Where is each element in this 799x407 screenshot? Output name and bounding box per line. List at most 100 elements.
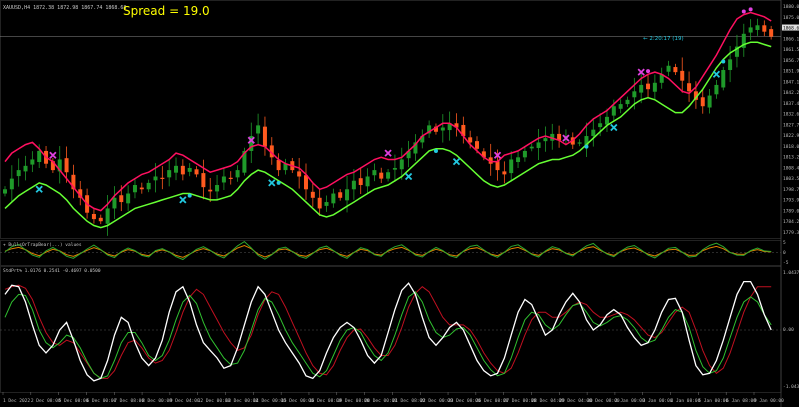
y-tick-label: 1818.05 <box>783 144 799 150</box>
candle-body <box>522 150 527 158</box>
candle-body <box>30 159 35 165</box>
x-tick-label: 5 Dec 08:00 <box>59 398 89 404</box>
y-tick-label: 1866.15 <box>783 36 799 42</box>
x-tick-label: 9 Dec 04:00 <box>170 398 200 404</box>
y-tick-label: 1847.10 <box>783 79 799 85</box>
candle-body <box>762 25 767 32</box>
candle-body <box>591 129 596 137</box>
candle-body <box>98 217 103 222</box>
candle-body <box>262 126 267 147</box>
y-tick-label: 1861.50 <box>783 47 799 53</box>
y-tick-label: 1868.68 <box>783 26 799 32</box>
symbol-info: XAUUSD,H4 1872.38 1872.98 1867.74 1868.6… <box>3 5 126 11</box>
candle-body <box>604 116 609 125</box>
candle-body <box>153 176 158 181</box>
candle-body <box>276 159 281 171</box>
osc-y-tick-label: 5 <box>783 240 786 246</box>
y-tick-label: 1784.20 <box>783 219 799 225</box>
chart-canvas: 1 Dec 2022 2 Dec 08:005 Dec 08:006 Dec 00… <box>0 0 799 407</box>
candle-body <box>119 195 124 203</box>
signal-dot-icon <box>276 180 281 185</box>
candle-body <box>235 170 240 178</box>
candle-body <box>160 177 165 179</box>
candle-body <box>509 159 514 174</box>
candle-body <box>680 70 685 81</box>
candle-body <box>194 169 199 175</box>
candle-body <box>105 208 110 224</box>
spread-label: Spread = 19.0 <box>123 4 210 18</box>
candle-body <box>9 178 14 190</box>
candle-body <box>372 170 377 176</box>
candle-body <box>392 167 397 170</box>
candle-body <box>598 123 603 128</box>
candle-body <box>399 159 404 170</box>
candle-body <box>625 99 630 105</box>
candle-body <box>3 189 7 194</box>
candle-body <box>187 167 192 172</box>
candle-body <box>310 191 315 198</box>
timer-label: ← 2:20:17 (19) <box>643 36 684 42</box>
candle-body <box>317 197 322 209</box>
x-tick-label: 6 Dec 00:00 <box>86 398 116 404</box>
candle-body <box>475 141 480 149</box>
y-tick-label: 1851.90 <box>783 69 799 75</box>
stoch-y-tick-label: -1.04372 <box>783 384 799 390</box>
oscillator-title: + BullsOrTrapBear(...) values <box>3 242 82 248</box>
y-tick-label: 1880.00 <box>783 4 799 10</box>
candle-body <box>139 187 144 190</box>
y-tick-label: 1832.60 <box>783 112 799 118</box>
candle-body <box>180 165 185 175</box>
candle-body <box>324 202 329 206</box>
candle-body <box>215 185 220 192</box>
candle-body <box>652 82 657 92</box>
y-tick-label: 1779.35 <box>783 230 799 236</box>
candle-body <box>502 171 507 175</box>
candle-body <box>687 83 692 92</box>
candle-body <box>611 106 616 116</box>
x-tick-label: 2 Jan 00:00 <box>615 398 645 404</box>
x-tick-label: 7 Dec 08:00 <box>114 398 144 404</box>
signal-dot-icon <box>187 193 192 198</box>
y-tick-label: 1842.25 <box>783 90 799 96</box>
signal-dot-icon <box>748 7 753 12</box>
signal-dot-icon <box>584 144 589 149</box>
x-tick-label: 3 Jan 00:00 <box>643 398 673 404</box>
candle-body <box>379 172 384 179</box>
y-tick-label: 1837.40 <box>783 101 799 107</box>
candle-body <box>345 189 350 201</box>
candle-body <box>132 185 137 193</box>
candle-body <box>208 189 213 192</box>
candle-body <box>386 172 391 179</box>
x-tick-label: 2 Dec 08:00 <box>31 398 61 404</box>
candle-body <box>167 170 172 178</box>
candle-body <box>721 70 726 88</box>
stoch-y-tick-label: 1.04372 <box>783 270 799 276</box>
candle-body <box>331 193 336 204</box>
candle-body <box>91 213 96 220</box>
candle-body <box>577 142 582 144</box>
candle-body <box>126 193 131 204</box>
candle-body <box>365 176 370 187</box>
candle-body <box>769 29 774 37</box>
candle-body <box>297 171 302 177</box>
candle-body <box>64 158 69 173</box>
candle-body <box>748 27 753 33</box>
candle-body <box>516 157 521 163</box>
candle-body <box>23 165 28 172</box>
candle-body <box>714 84 719 95</box>
candle-body <box>16 170 21 177</box>
candle-body <box>351 180 356 190</box>
x-tick-label: 9 Jan 00:00 <box>754 398 784 404</box>
candle-body <box>146 182 151 190</box>
x-tick-label: 8 Dec 00:00 <box>142 398 172 404</box>
signal-dot-icon <box>741 9 746 14</box>
candle-body <box>632 91 637 98</box>
y-tick-label: 1856.75 <box>783 58 799 64</box>
y-tick-label: 1827.75 <box>783 122 799 128</box>
candle-body <box>221 176 226 183</box>
candle-body <box>37 150 42 163</box>
x-tick-label: 4 Jan 08:00 <box>671 398 701 404</box>
candle-body <box>174 165 179 173</box>
y-tick-label: 1793.90 <box>783 198 799 204</box>
candle-body <box>728 59 733 71</box>
